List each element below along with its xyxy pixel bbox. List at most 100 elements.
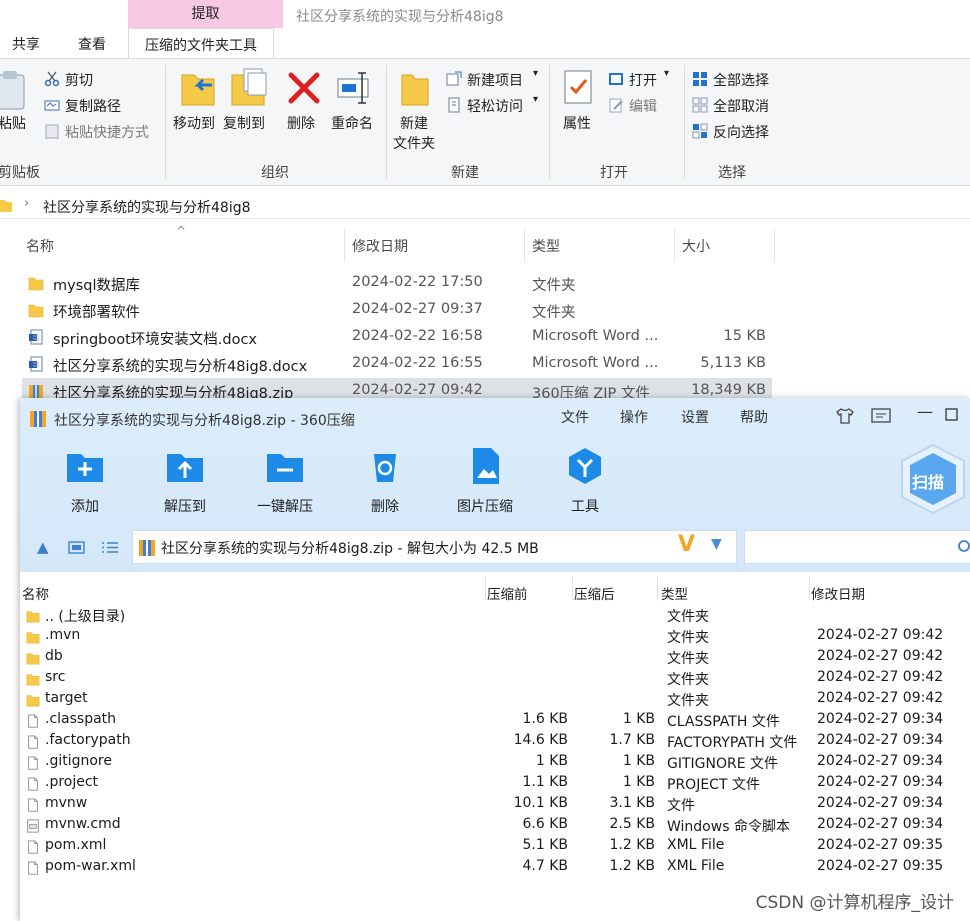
address-bar[interactable]: › 社区分享系统的实现与分析48ig8 <box>0 193 970 219</box>
rename-button[interactable]: 重命名 <box>331 113 373 133</box>
message-icon[interactable] <box>871 408 891 424</box>
word-doc-icon <box>29 329 43 345</box>
menu-operation[interactable]: 操作 <box>620 407 648 427</box>
ribbon: 粘贴 剪切 复制路径 粘贴快捷方式 剪贴板 移动到 复制到 删除 重命名 组织 … <box>0 58 970 186</box>
properties-button[interactable]: 属性 <box>563 113 591 133</box>
column-header-modified[interactable]: 修改日期 <box>352 236 408 256</box>
zip-column-modified[interactable]: 修改日期 <box>811 583 865 603</box>
copy-to-button[interactable]: 复制到 <box>223 113 265 133</box>
sort-ascending-icon: ^ <box>176 224 187 238</box>
select-group-label: 选择 <box>718 165 746 181</box>
zip-file-row[interactable]: pom-war.xml 4.7 KB 1.2 KB XML File 2024-02-2… <box>20 857 970 878</box>
list-view-icon[interactable] <box>101 541 119 554</box>
zip-file-size-after: 1 KB <box>622 753 655 769</box>
zip-file-row[interactable]: .mvn 文件夹 2024-02-27 09:42 <box>20 626 970 647</box>
file-modified: 2024-02-22 16:58 <box>352 328 483 344</box>
edit-button[interactable]: 编辑 <box>629 96 657 116</box>
v-logo-icon[interactable]: V <box>678 532 695 557</box>
minimize-icon[interactable]: — <box>917 402 933 421</box>
ribbon-tab-bar: 共享 查看 压缩的文件夹工具 <box>0 28 970 59</box>
zip-file-type: XML File <box>667 858 725 874</box>
zip-file-row[interactable]: .classpath 1.6 KB 1 KB CLASSPATH 文件 2024-02-… <box>20 710 970 731</box>
menu-settings[interactable]: 设置 <box>681 407 709 427</box>
organize-group-label: 组织 <box>261 165 289 181</box>
zip-file-row[interactable]: .gitignore 1 KB 1 KB GITIGNORE 文件 2024-02-27… <box>20 752 970 773</box>
zip-file-row[interactable]: mvnw.cmd 6.6 KB 2.5 KB Windows 命令脚本 2024-02-… <box>20 815 970 836</box>
zip-file-row[interactable]: src 文件夹 2024-02-27 09:42 <box>20 668 970 689</box>
zip-path-bar[interactable]: 社区分享系统的实现与分析48ig8.zip - 解包大小为 42.5 MB V … <box>132 530 737 564</box>
zip-file-type: Windows 命令脚本 <box>667 819 790 835</box>
select-all-button[interactable]: 全部选择 <box>713 70 769 90</box>
zip-file-row[interactable]: .. (上级目录) 文件夹 <box>20 605 970 626</box>
column-divider <box>524 228 525 262</box>
zip-file-row[interactable]: .project 1.1 KB 1 KB PROJECT 文件 2024-02-27 0… <box>20 773 970 794</box>
up-arrow-icon[interactable]: ▲ <box>37 538 49 556</box>
explorer-file-row[interactable]: mysql数据库 2024-02-22 17:50 文件夹 <box>22 270 772 296</box>
column-divider <box>809 576 810 600</box>
breadcrumb[interactable]: 社区分享系统的实现与分析48ig8 <box>43 197 251 217</box>
column-header-name[interactable]: 名称 <box>26 236 54 256</box>
easy-access-button[interactable]: 轻松访问 <box>467 96 523 116</box>
new-folder-button-line1[interactable]: 新建 <box>400 113 428 133</box>
zip-file-type: PROJECT 文件 <box>667 777 760 793</box>
add-button[interactable]: 添加 <box>45 446 125 516</box>
tab-compressed-folder-tools[interactable]: 压缩的文件夹工具 <box>128 28 274 59</box>
column-divider <box>572 576 573 600</box>
cut-button[interactable]: 剪切 <box>65 70 93 90</box>
zip-column-before[interactable]: 压缩前 <box>487 583 528 603</box>
tshirt-skin-icon[interactable] <box>835 407 855 425</box>
zip-file-size-before: 14.6 KB <box>513 732 568 748</box>
zip-search-input[interactable] <box>744 530 970 564</box>
open-button[interactable]: 打开 <box>629 70 657 90</box>
scan-button[interactable]: 扫描 <box>898 443 968 515</box>
invert-selection-button[interactable]: 反向选择 <box>713 122 769 142</box>
folder-icon <box>0 200 12 212</box>
zip-file-size-after: 1 KB <box>622 711 655 727</box>
copy-to-icon <box>231 68 267 106</box>
paste-button[interactable]: 粘贴 <box>0 113 26 133</box>
delete-x-icon <box>288 72 320 104</box>
tab-extract[interactable]: 提取 <box>128 0 283 28</box>
new-item-chevron-down-icon: ▾ <box>533 68 539 79</box>
new-folder-button-line2[interactable]: 文件夹 <box>393 133 435 153</box>
delete-button[interactable]: 删除 <box>287 113 315 133</box>
column-header-type[interactable]: 类型 <box>532 236 560 256</box>
copy-path-button[interactable]: 复制路径 <box>65 96 121 116</box>
zip-path-text: 社区分享系统的实现与分析48ig8.zip - 解包大小为 42.5 MB <box>161 541 539 557</box>
new-item-button[interactable]: 新建项目 <box>467 70 523 90</box>
tab-share[interactable]: 共享 <box>12 34 40 54</box>
zip-delete-button[interactable]: 删除 <box>345 446 425 516</box>
zip-archive-icon <box>30 411 46 427</box>
zip-delete-label: 删除 <box>371 499 399 515</box>
zip-column-after[interactable]: 压缩后 <box>574 583 615 603</box>
move-to-button[interactable]: 移动到 <box>173 113 215 133</box>
zip-column-name[interactable]: 名称 <box>22 583 49 603</box>
tools-button[interactable]: 工具 <box>545 446 625 516</box>
extract-to-button[interactable]: 解压到 <box>145 446 225 516</box>
zip-file-modified: 2024-02-27 09:35 <box>817 858 944 874</box>
select-none-button[interactable]: 全部取消 <box>713 96 769 116</box>
zip-file-row[interactable]: db 文件夹 2024-02-27 09:42 <box>20 647 970 668</box>
explorer-file-row[interactable]: 社区分享系统的实现与分析48ig8.docx 2024-02-22 16:55 Mi… <box>22 351 772 377</box>
paste-shortcut-button[interactable]: 粘贴快捷方式 <box>65 122 149 142</box>
zip-file-row[interactable]: pom.xml 5.1 KB 1.2 KB XML File 2024-02-27 09… <box>20 836 970 857</box>
menu-help[interactable]: 帮助 <box>740 407 768 427</box>
explorer-file-row[interactable]: springboot环境安装文档.docx 2024-02-22 16:58 Mic… <box>22 324 772 350</box>
maximize-icon[interactable] <box>945 408 958 421</box>
zip-column-type[interactable]: 类型 <box>661 583 688 603</box>
menu-file[interactable]: 文件 <box>561 407 589 427</box>
zip-file-row[interactable]: mvnw 10.1 KB 3.1 KB 文件 2024-02-27 09:34 <box>20 794 970 815</box>
zip-file-name: .mvn <box>45 627 81 643</box>
thumbnail-view-icon[interactable] <box>68 541 85 554</box>
image-compress-button[interactable]: 图片压缩 <box>445 446 525 516</box>
file-type: Microsoft Word ... <box>532 355 659 371</box>
path-dropdown-icon[interactable]: ▼ <box>711 536 722 552</box>
one-click-extract-button[interactable]: 一键解压 <box>245 446 325 516</box>
explorer-file-row[interactable]: 环境部署软件 2024-02-27 09:37 文件夹 <box>22 297 772 323</box>
column-header-size[interactable]: 大小 <box>682 236 710 256</box>
zip-file-row[interactable]: .factorypath 14.6 KB 1.7 KB FACTORYPATH 文件 2… <box>20 731 970 752</box>
tab-view[interactable]: 查看 <box>78 34 106 54</box>
zip-file-row[interactable]: target 文件夹 2024-02-27 09:42 <box>20 689 970 710</box>
file-name: springboot环境安装文档.docx <box>53 332 258 348</box>
column-divider <box>674 228 675 262</box>
